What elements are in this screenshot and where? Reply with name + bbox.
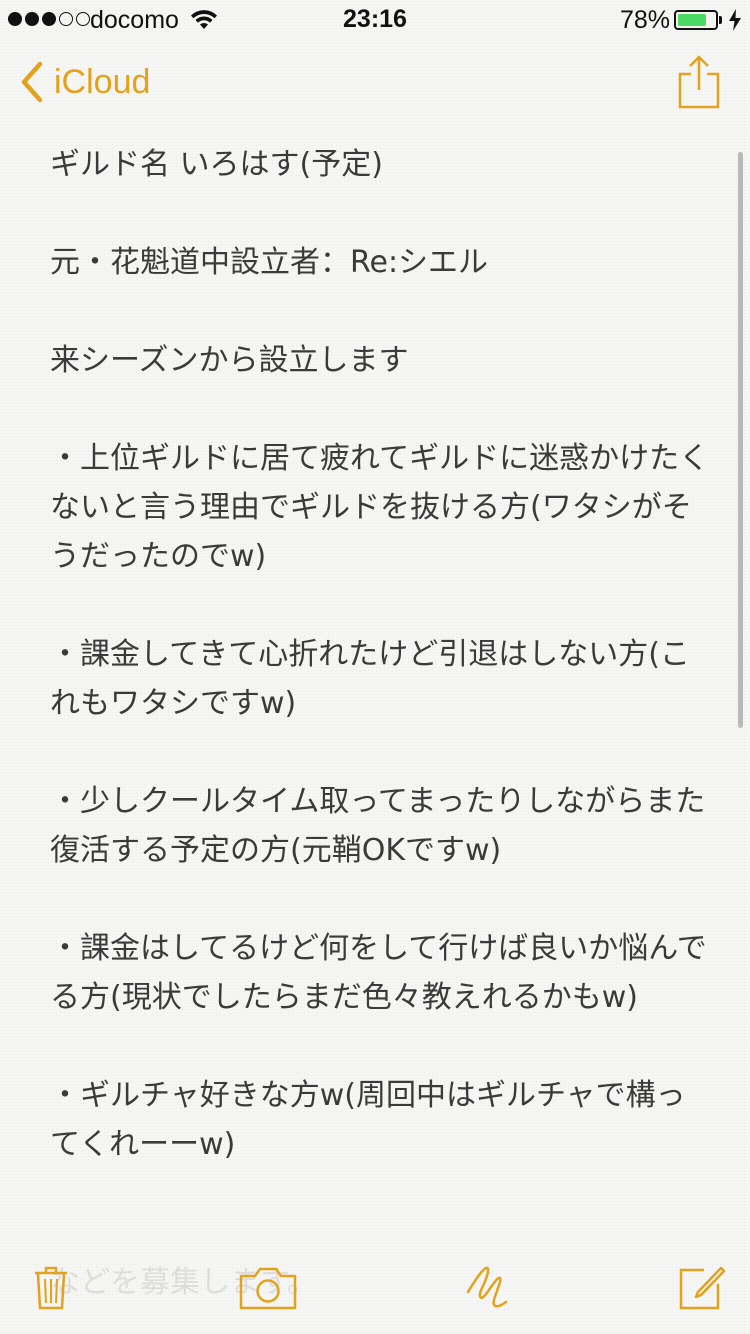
scroll-indicator[interactable] <box>738 152 743 728</box>
back-button[interactable]: iCloud <box>18 60 150 104</box>
chevron-left-icon <box>21 61 43 103</box>
note-paragraph: ・課金はしてるけど何をして行けば良いか悩んでる方(現状でしたらまだ色々教えれるか… <box>50 931 707 1015</box>
compose-icon <box>679 1266 726 1310</box>
share-icon[interactable] <box>676 54 722 110</box>
battery-icon <box>674 10 718 30</box>
camera-icon <box>239 1267 297 1310</box>
delete-button[interactable] <box>34 1266 68 1310</box>
navigation-bar: iCloud <box>0 40 750 128</box>
note-body[interactable]: ギルド名 いろはす(予定) 元・花魁道中設立者：Re:シエル 来シーズンから設立… <box>50 140 710 1169</box>
battery-percentage: 78% <box>620 6 671 34</box>
camera-button[interactable] <box>238 1266 298 1310</box>
sketch-icon <box>466 1266 508 1308</box>
note-paragraph: ・課金してきて心折れたけど引退はしない方(これもワタシですw) <box>50 637 690 721</box>
sketch-button[interactable] <box>464 1262 510 1314</box>
note-paragraph: ・ギルチャ好きな方w(周回中はギルチャで構ってくれーーw) <box>50 1078 686 1162</box>
battery-level-fill <box>678 14 707 26</box>
status-bar: docomo 23:16 78% <box>0 0 750 40</box>
note-paragraph: 元・花魁道中設立者：Re:シエル <box>50 245 489 280</box>
note-paragraph: ギルド名 いろはす(予定) <box>50 147 383 182</box>
trash-icon <box>35 1266 67 1310</box>
note-paragraph: ・上位ギルドに居て疲れてギルドに迷惑かけたくないと言う理由でギルドを抜ける方(ワ… <box>50 441 710 574</box>
bottom-toolbar <box>0 1238 750 1334</box>
note-paragraph: 来シーズンから設立します <box>50 343 409 378</box>
compose-button[interactable] <box>678 1262 726 1312</box>
battery-tip <box>719 16 722 24</box>
back-button-label: iCloud <box>54 62 151 101</box>
note-paragraph: ・少しクールタイム取ってまったりしながらまた復活する予定の方(元鞘OKですw) <box>50 784 706 868</box>
charging-bolt-icon <box>729 9 741 31</box>
